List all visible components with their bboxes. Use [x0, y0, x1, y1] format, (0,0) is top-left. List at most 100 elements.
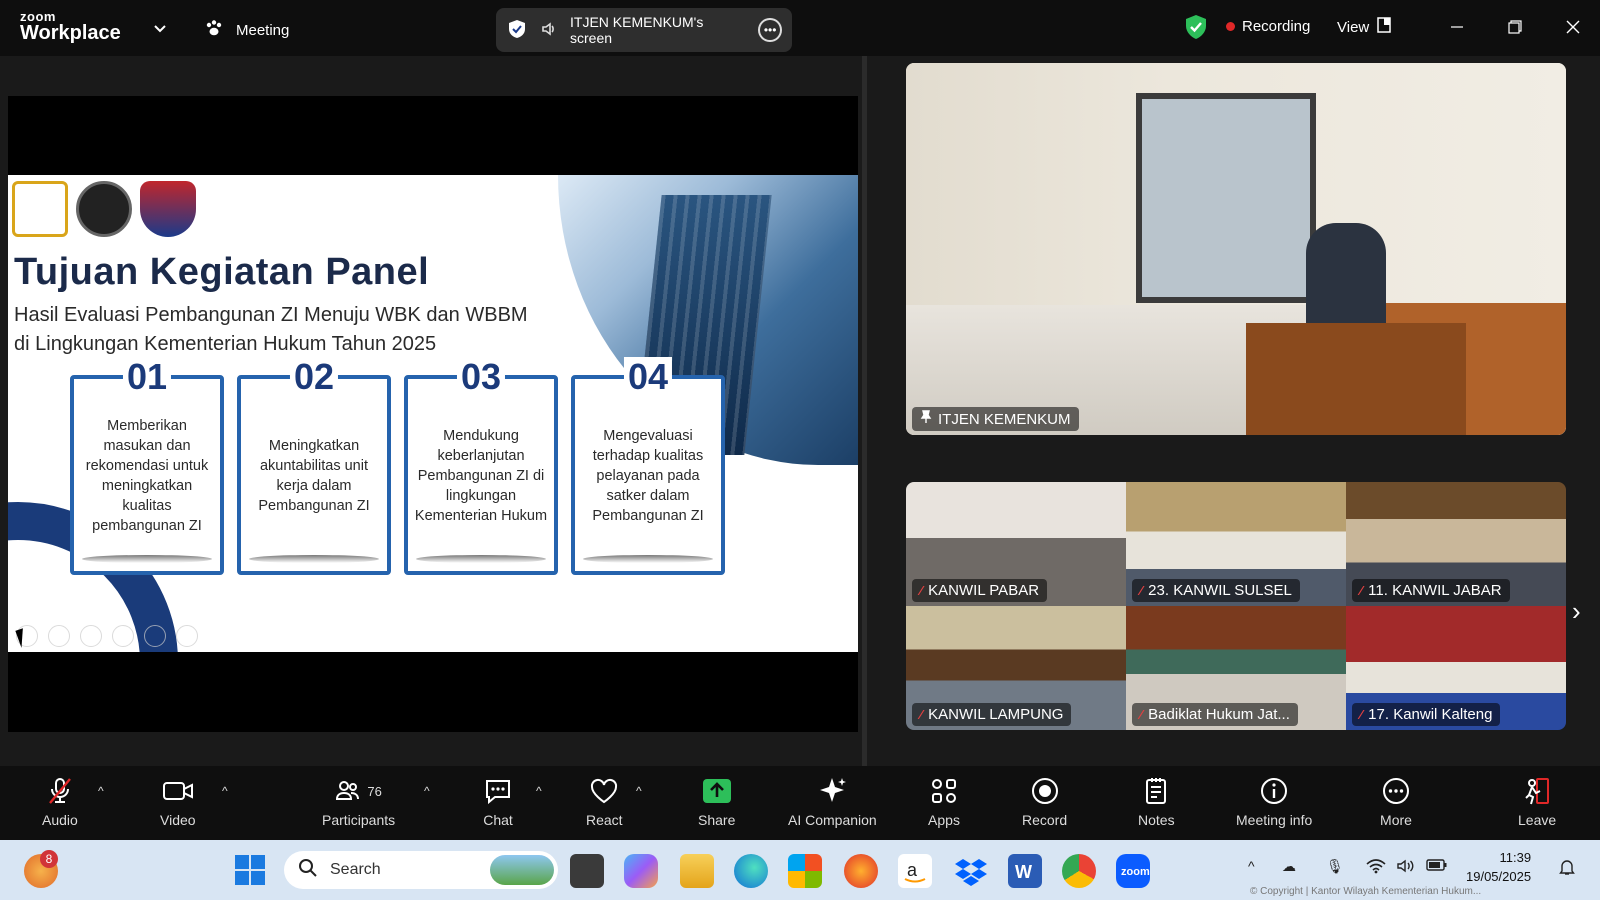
windows-start-icon[interactable] [234, 854, 268, 888]
view-menu[interactable]: View [1337, 17, 1391, 37]
brand-bottom: Workplace [20, 22, 121, 44]
notification-bell-icon[interactable] [1558, 858, 1576, 879]
slideshow-controls[interactable] [16, 625, 198, 647]
chat-options-caret-icon[interactable]: ^ [536, 784, 542, 798]
copilot-icon[interactable] [624, 854, 658, 888]
task-view-icon[interactable] [570, 854, 604, 888]
chat-button[interactable]: Chat [482, 776, 514, 828]
speaker-icon[interactable] [540, 20, 558, 41]
participants-button[interactable]: 76 Participants [322, 776, 395, 828]
zoom-taskbar-icon[interactable]: zoom [1116, 854, 1150, 888]
leave-icon [1521, 776, 1553, 806]
card-number: 01 [122, 357, 172, 397]
restore-icon[interactable] [1500, 12, 1530, 42]
notes-icon [1140, 776, 1172, 806]
video-button[interactable]: Video [160, 776, 196, 828]
word-icon[interactable]: W [1008, 854, 1042, 888]
windows-taskbar: 8 Search a W zoom ^ ☁ 🎙 11:39 19/05/2025 [0, 840, 1600, 900]
participants-options-caret-icon[interactable]: ^ [424, 784, 430, 798]
apps-button[interactable]: Apps [928, 776, 960, 828]
participant-tile[interactable]: ⁄ KANWIL LAMPUNG [906, 606, 1126, 730]
close-icon[interactable] [1558, 12, 1588, 42]
participants-icon: 76 [324, 776, 394, 806]
onedrive-icon[interactable]: ☁ [1282, 858, 1296, 875]
dropbox-icon[interactable] [954, 854, 988, 888]
share-label: ITJEN KEMENKUM's screen [570, 14, 704, 46]
pen-icon[interactable] [80, 625, 102, 647]
heart-icon [588, 776, 620, 806]
inspectorate-logo-icon [140, 181, 196, 237]
participant-tile[interactable]: ⁄ 23. KANWIL SULSEL [1126, 482, 1346, 606]
security-shield-icon[interactable] [1184, 14, 1208, 45]
amazon-icon[interactable]: a [898, 854, 932, 888]
share-button[interactable]: Share [698, 776, 735, 828]
projector-screen [1136, 93, 1316, 303]
chrome-icon[interactable] [1062, 854, 1096, 888]
more-options-icon[interactable]: ••• [758, 18, 782, 42]
audio-label: Audio [42, 812, 78, 828]
edge-icon[interactable] [734, 854, 768, 888]
card-text: Mengevaluasi terhadap kualitas pelayanan… [592, 428, 704, 524]
react-button[interactable]: React [586, 776, 623, 828]
audio-button[interactable]: Audio [42, 776, 78, 828]
file-explorer-icon[interactable] [680, 854, 714, 888]
ai-companion-label: AI Companion [788, 812, 877, 828]
firefox-icon[interactable] [844, 854, 878, 888]
mic-muted-icon: ⁄ [1360, 707, 1363, 722]
volume-icon[interactable] [1396, 858, 1416, 877]
microsoft-store-icon[interactable] [788, 854, 822, 888]
leave-label: Leave [1518, 812, 1557, 828]
microphone-tray-icon[interactable]: 🎙 [1326, 858, 1344, 875]
view-label: View [1337, 18, 1370, 36]
presentation-slide: Tujuan Kegiatan Panel Hasil Evaluasi Pem… [8, 175, 858, 652]
participants-count: 76 [367, 783, 382, 799]
recording-indicator[interactable]: Recording [1226, 18, 1310, 35]
svg-text:a: a [907, 860, 918, 880]
participant-tile[interactable]: ⁄ 11. KANWIL JABAR [1346, 482, 1566, 606]
react-options-caret-icon[interactable]: ^ [636, 784, 642, 798]
next-slide-icon[interactable] [48, 625, 70, 647]
meeting-toolbar: Audio ^ Video ^ 76 Participants ^ Chat ^… [0, 766, 1600, 840]
slide-subtitle-line2: di Lingkungan Kementerian Hukum Tahun 20… [14, 333, 437, 355]
slides-icon[interactable] [112, 625, 134, 647]
battery-icon[interactable] [1426, 858, 1448, 875]
participant-name: KANWIL PABAR [928, 582, 1040, 599]
panel-divider[interactable] [862, 56, 867, 766]
zoom-icon[interactable] [144, 625, 166, 647]
objective-card: 01 Memberikan masukan dan rekomendasi un… [70, 357, 224, 575]
clock-time: 11:39 [1499, 850, 1532, 865]
card-number: 04 [623, 357, 673, 397]
video-options-caret-icon[interactable]: ^ [222, 784, 228, 798]
taskbar-search[interactable]: Search [284, 851, 558, 889]
screen-share-indicator[interactable]: ITJEN KEMENKUM's screen ••• [496, 8, 792, 52]
meeting-label: Meeting [236, 21, 290, 39]
participant-tile[interactable]: ⁄ 17. Kanwil Kalteng [1346, 606, 1566, 730]
participant-tile[interactable]: ⁄ KANWIL PABAR [906, 482, 1126, 606]
audio-options-caret-icon[interactable]: ^ [98, 784, 104, 798]
chevron-down-icon[interactable] [152, 20, 168, 36]
svg-text:W: W [1015, 862, 1032, 882]
notes-button[interactable]: Notes [1138, 776, 1175, 828]
share-screen-icon [701, 776, 733, 806]
ai-companion-button[interactable]: AI Companion [788, 776, 877, 828]
system-clock[interactable]: 11:39 19/05/2025 [1466, 848, 1531, 886]
minimize-icon[interactable] [1442, 12, 1472, 42]
meeting-info-button[interactable]: Meeting info [1236, 776, 1312, 828]
more-button[interactable]: More [1380, 776, 1412, 828]
participant-name: Badiklat Hukum Jat... [1148, 706, 1290, 723]
more-label: More [1380, 812, 1412, 828]
record-button[interactable]: Record [1022, 776, 1067, 828]
meeting-menu[interactable]: Meeting [204, 18, 289, 42]
more-icon[interactable] [176, 625, 198, 647]
participant-tile[interactable]: ⁄ Badiklat Hukum Jat... [1126, 606, 1346, 730]
show-hidden-icons-icon[interactable]: ^ [1248, 858, 1255, 874]
ministry-logo-icon [12, 181, 68, 237]
grid-view-icon [1377, 17, 1391, 37]
leave-button[interactable]: Leave [1518, 776, 1556, 828]
wifi-icon[interactable] [1366, 858, 1386, 877]
mic-muted-icon: ⁄ [1140, 707, 1143, 722]
active-speaker-video[interactable]: ITJEN KEMENKUM [906, 63, 1566, 435]
chat-icon [482, 776, 514, 806]
next-page-chevron-icon[interactable]: › [1572, 596, 1581, 627]
card-shadow [416, 555, 546, 563]
